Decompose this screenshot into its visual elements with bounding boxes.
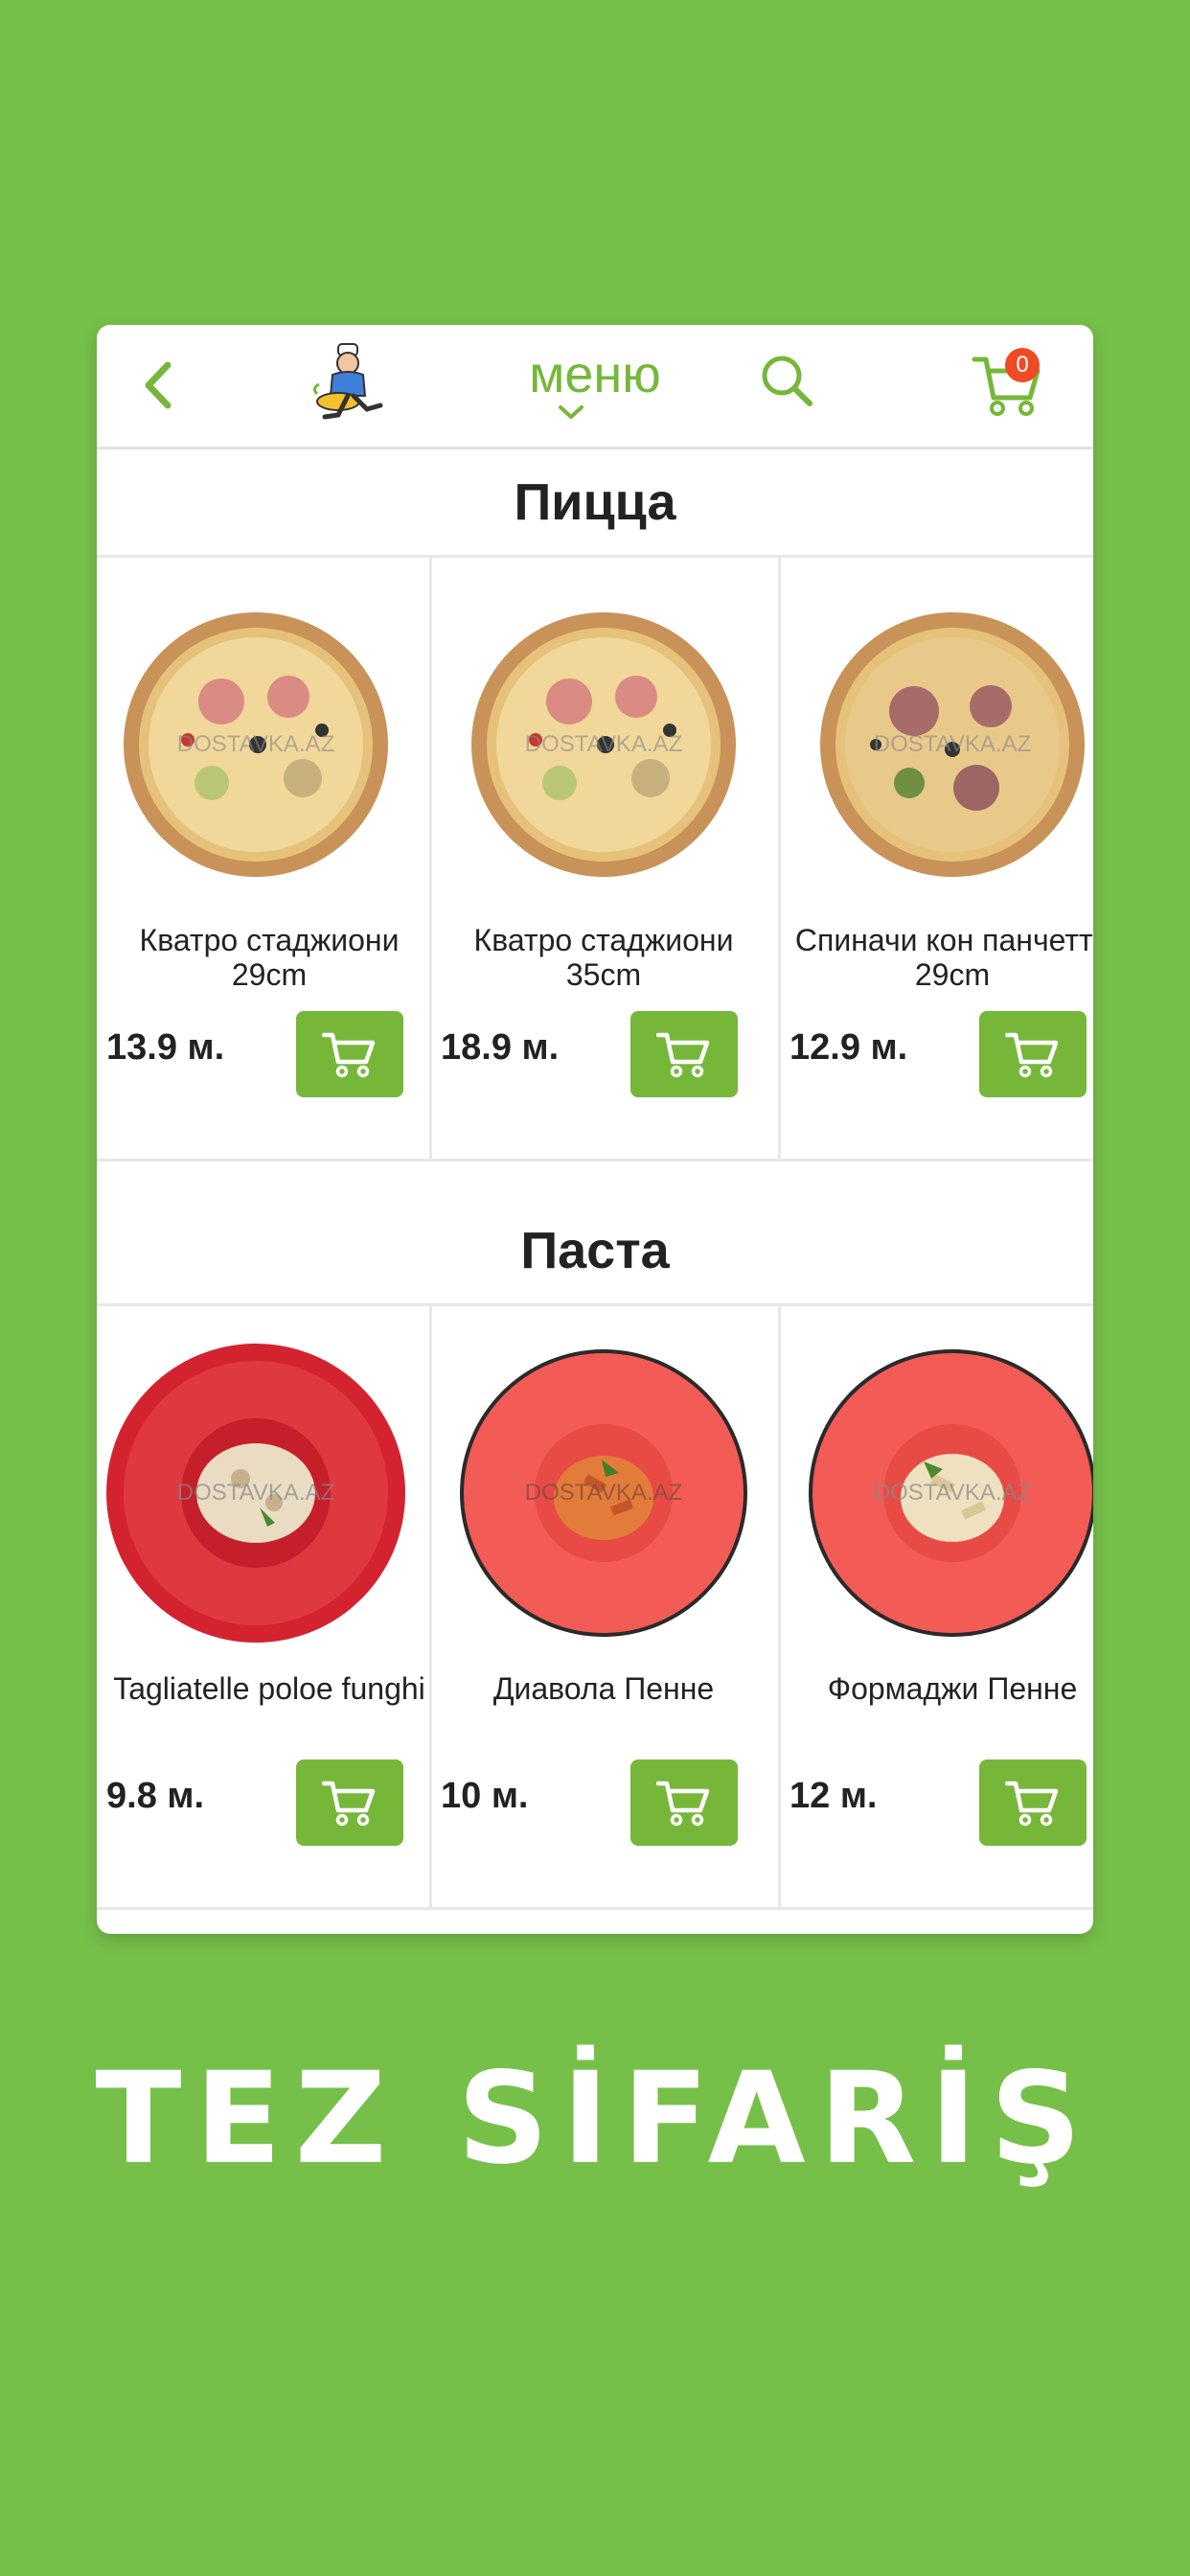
menu-screen: меню 0 Пицца DOSTAVKA.AZ Кватро стаджион… (97, 325, 1093, 1934)
divider (97, 1159, 1093, 1162)
promo-slogan: TEZ SİFARİŞ (95, 2045, 1095, 2193)
pizza-image: DOSTAVKA.AZ (124, 612, 388, 877)
product-card[interactable]: DOSTAVKA.AZ Диавола Пенне 10 м. (431, 1306, 778, 1907)
back-button[interactable] (135, 354, 183, 417)
section-title-pasta: Паста (520, 1222, 670, 1279)
watermark: DOSTAVKA.AZ (874, 731, 1031, 757)
pasta-image: DOSTAVKA.AZ (106, 1344, 405, 1643)
menu-dropdown[interactable]: меню (499, 346, 691, 403)
add-to-cart-icon (322, 1781, 376, 1827)
add-to-cart-icon (1005, 1032, 1059, 1078)
cart-button[interactable]: 0 (971, 348, 1047, 419)
product-name: Кватро стаджиони 35cm (473, 923, 734, 992)
cart-count-badge: 0 (1005, 348, 1040, 382)
product-price: 12.9 м. (790, 1027, 908, 1068)
product-name: Tagliatelle poloe funghi (113, 1671, 425, 1706)
add-to-cart-icon (1005, 1781, 1059, 1827)
product-price: 13.9 м. (106, 1027, 225, 1068)
watermark: DOSTAVKA.AZ (874, 1480, 1031, 1506)
product-name: Кватро стаджиони 29cm (139, 923, 400, 992)
product-name: Диавола Пенне (492, 1671, 715, 1706)
back-icon (145, 361, 172, 409)
product-price: 10 м. (441, 1776, 529, 1816)
add-to-cart-button[interactable] (296, 1760, 403, 1846)
product-price: 12 м. (790, 1776, 878, 1816)
product-card[interactable]: DOSTAVKA.AZ Формаджи Пенне 12 м. (780, 1306, 1093, 1907)
pasta-image: DOSTAVKA.AZ (460, 1349, 747, 1637)
add-to-cart-button[interactable] (979, 1760, 1087, 1846)
add-to-cart-icon (656, 1032, 710, 1078)
product-name: Формаджи Пенне (827, 1671, 1078, 1706)
watermark: DOSTAVKA.AZ (525, 1480, 682, 1506)
product-card[interactable]: DOSTAVKA.AZ Спиначи кон панчетта 29cm 12… (780, 558, 1093, 1159)
product-card[interactable]: DOSTAVKA.AZ Кватро стаджиони 29cm 13.9 м… (97, 558, 444, 1159)
add-to-cart-button[interactable] (296, 1011, 403, 1097)
add-to-cart-button[interactable] (979, 1011, 1087, 1097)
divider (97, 1907, 1093, 1910)
product-card[interactable]: DOSTAVKA.AZ Кватро стаджиони 35cm 18.9 м… (431, 558, 778, 1159)
product-card[interactable]: DOSTAVKA.AZ Tagliatelle poloe funghi 9.8… (97, 1306, 444, 1907)
section-title-pizza: Пицца (514, 473, 676, 531)
watermark: DOSTAVKA.AZ (177, 1480, 334, 1506)
add-to-cart-button[interactable] (630, 1760, 738, 1846)
pizza-image: DOSTAVKA.AZ (471, 612, 736, 877)
search-icon (762, 356, 812, 406)
logo-icon (309, 342, 386, 425)
product-name: Спиначи кон панчетта 29cm (794, 923, 1093, 992)
product-price: 9.8 м. (106, 1776, 205, 1816)
pasta-image: DOSTAVKA.AZ (809, 1349, 1093, 1637)
add-to-cart-button[interactable] (630, 1011, 738, 1097)
product-price: 18.9 м. (441, 1027, 560, 1068)
add-to-cart-icon (656, 1781, 710, 1827)
watermark: DOSTAVKA.AZ (525, 731, 682, 757)
top-bar: меню 0 (97, 325, 1093, 449)
add-to-cart-icon (322, 1032, 376, 1078)
search-button[interactable] (758, 352, 817, 411)
chevron-down-icon[interactable] (555, 402, 587, 423)
pizza-image: DOSTAVKA.AZ (820, 612, 1085, 877)
watermark: DOSTAVKA.AZ (177, 731, 334, 757)
